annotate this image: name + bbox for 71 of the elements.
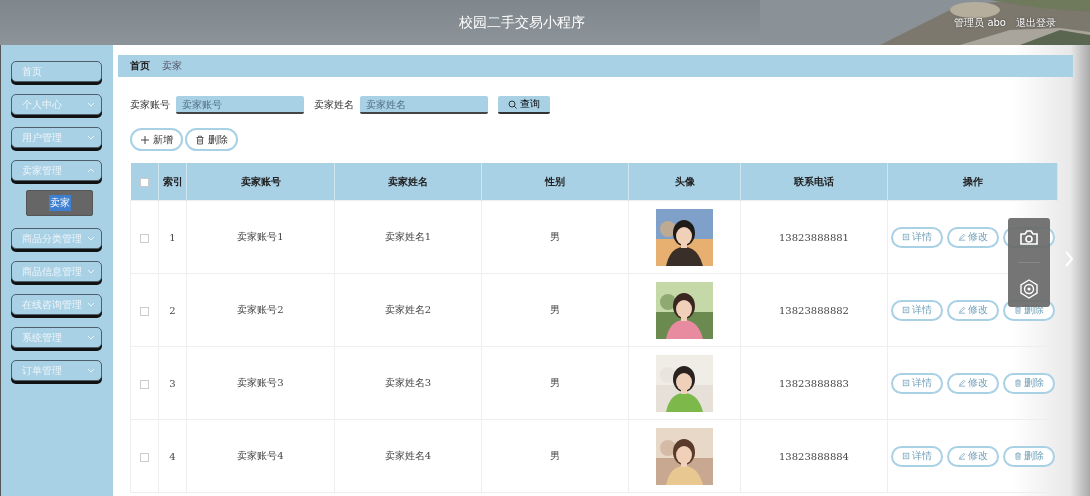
column-header: 联系电话 — [740, 163, 888, 201]
table-cell: 男 — [481, 273, 629, 347]
edit-button[interactable]: 修改 — [946, 445, 999, 467]
table-cell: 13823888882 — [740, 273, 888, 347]
document-icon — [901, 306, 910, 314]
row-checkbox[interactable] — [140, 306, 149, 316]
app-title: 校园二手交易小程序 — [458, 13, 587, 32]
document-icon — [901, 233, 910, 241]
detail-button[interactable]: 详情 — [890, 445, 943, 467]
document-icon — [901, 379, 910, 387]
row-checkbox[interactable] — [140, 452, 149, 462]
field-label: 卖家姓名 — [314, 98, 354, 112]
pencil-icon — [957, 452, 966, 460]
trash-icon — [1013, 306, 1022, 314]
delete-button[interactable]: 删除 — [185, 128, 238, 151]
delete-button[interactable]: 删除 — [1002, 372, 1055, 394]
row-checkbox[interactable] — [140, 379, 149, 389]
select-all-checkbox[interactable] — [139, 178, 149, 187]
column-header: 卖家账号 — [186, 163, 335, 201]
search-field[interactable]: 卖家账号 — [176, 96, 304, 114]
pencil-icon — [957, 379, 966, 387]
table-cell: 卖家账号2 — [186, 273, 335, 347]
detail-button[interactable]: 详情 — [890, 372, 943, 394]
add-button[interactable]: 新增 — [130, 128, 183, 151]
table-cell: 2 — [158, 273, 187, 347]
chevron-right-icon[interactable] — [1064, 250, 1074, 268]
delete-button[interactable]: 删除 — [1002, 445, 1055, 467]
column-header: 性别 — [481, 163, 629, 201]
row-checkbox[interactable] — [140, 233, 149, 243]
table-cell: 卖家姓名3 — [334, 346, 482, 420]
table-cell: 卖家姓名4 — [334, 419, 482, 493]
plus-icon — [140, 134, 150, 145]
field-label: 卖家账号 — [130, 98, 170, 112]
table-cell: 卖家账号3 — [186, 346, 335, 420]
search-button[interactable]: 查询 — [498, 96, 550, 114]
table-cell: 男 — [481, 200, 629, 274]
table-cell: 卖家账号4 — [186, 419, 335, 493]
column-header: 索引 — [158, 163, 187, 201]
table-cell: 13823888881 — [740, 200, 888, 274]
camera-icon[interactable] — [1019, 228, 1039, 246]
table-cell: 卖家姓名2 — [334, 273, 482, 347]
table-cell: 男 — [481, 419, 629, 493]
table-cell: 卖家姓名1 — [334, 200, 482, 274]
pencil-icon — [957, 306, 966, 314]
breadcrumb-link[interactable]: 首页 — [130, 59, 150, 73]
column-header: 操作 — [887, 163, 1058, 201]
admin-user-label: 管理员 abo — [954, 15, 1006, 30]
logout-link[interactable]: 退出登录 — [1016, 15, 1056, 30]
edit-button[interactable]: 修改 — [946, 299, 999, 321]
table-cell: 13823888884 — [740, 419, 888, 493]
edit-button[interactable]: 修改 — [946, 372, 999, 394]
detail-button[interactable]: 详情 — [890, 226, 943, 248]
table-cell: 男 — [481, 346, 629, 420]
column-header: 头像 — [628, 163, 741, 201]
table-cell: 13823888883 — [740, 346, 888, 420]
trash-icon — [1013, 379, 1022, 387]
pencil-icon — [957, 233, 966, 241]
table-cell: 1 — [158, 200, 187, 274]
submenu-item[interactable]: 卖家 — [48, 195, 71, 211]
trash-icon — [1013, 452, 1022, 460]
detail-button[interactable]: 详情 — [890, 299, 943, 321]
edit-button[interactable]: 修改 — [946, 226, 999, 248]
search-icon — [508, 99, 517, 109]
trash-icon — [195, 134, 205, 145]
table-cell: 4 — [158, 419, 187, 493]
search-field[interactable]: 卖家姓名 — [360, 96, 488, 114]
column-header: 卖家姓名 — [334, 163, 482, 201]
table-cell: 卖家账号1 — [186, 200, 335, 274]
table-cell: 3 — [158, 346, 187, 420]
document-icon — [901, 452, 910, 460]
target-icon[interactable] — [1019, 279, 1039, 299]
